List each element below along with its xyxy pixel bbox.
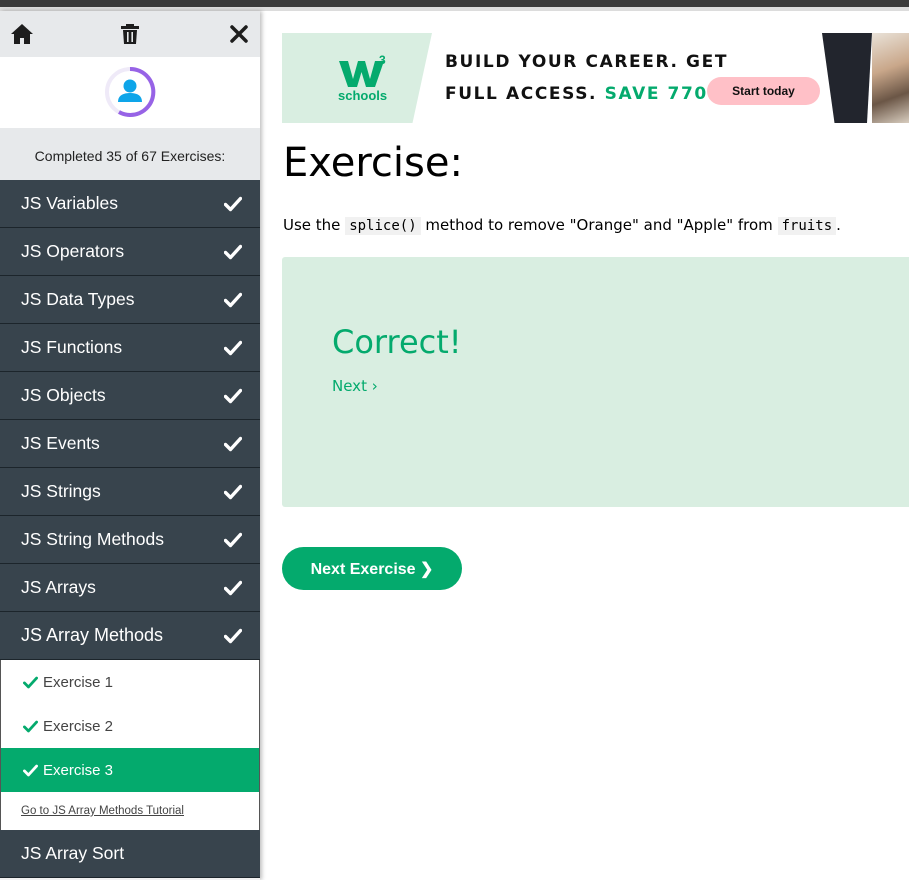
check-icon xyxy=(224,484,242,500)
ad-banner[interactable]: 3 schools BUILD YOUR CAREER. GET FULL AC… xyxy=(282,33,909,123)
exercise-item-label: Exercise 1 xyxy=(43,673,114,691)
page-title: Exercise: xyxy=(283,140,463,186)
sidebar-category-label: JS Array Methods xyxy=(21,625,164,645)
sidebar-toolbar xyxy=(0,11,260,57)
sidebar-category[interactable]: JS Array Sort xyxy=(0,830,260,878)
sidebar-category-label: JS Variables xyxy=(21,193,118,213)
check-icon xyxy=(23,676,43,689)
check-icon xyxy=(224,292,242,308)
check-icon xyxy=(23,764,43,777)
result-panel: Correct! Next › xyxy=(282,257,909,507)
exercise-instruction: Use the splice() method to remove "Orang… xyxy=(283,216,841,235)
exercise-sidebar: Completed 35 of 67 Exercises: JS Variabl… xyxy=(0,11,260,880)
sidebar-category[interactable]: JS Operators xyxy=(0,228,260,276)
sidebar-category[interactable]: JS Strings xyxy=(0,468,260,516)
ad-decoration xyxy=(822,33,872,123)
check-icon xyxy=(224,196,242,212)
sidebar-category-label: JS Array Sort xyxy=(21,843,125,863)
check-icon xyxy=(224,244,242,260)
sidebar-category-label: JS Operators xyxy=(21,241,125,261)
progress-text: Completed 35 of 67 Exercises: xyxy=(0,128,260,180)
check-icon xyxy=(224,436,242,452)
sidebar-category[interactable]: JS Variables xyxy=(0,180,260,228)
check-icon xyxy=(224,628,242,644)
next-exercise-button[interactable]: Next Exercise ❯ xyxy=(282,547,462,590)
exercise-item[interactable]: Exercise 3 xyxy=(1,748,259,792)
sidebar-category-label: JS Strings xyxy=(21,481,101,501)
sidebar-category[interactable]: JS Arrays xyxy=(0,564,260,612)
ad-logo-sup: 3 xyxy=(379,53,386,67)
close-icon[interactable] xyxy=(227,22,251,46)
home-icon[interactable] xyxy=(10,22,34,46)
sidebar-category-label: JS String Methods xyxy=(21,529,164,549)
check-icon xyxy=(23,720,43,733)
ad-start-today-button[interactable]: Start today xyxy=(707,77,820,105)
sidebar-category-label: JS Data Types xyxy=(21,289,135,309)
check-icon xyxy=(224,340,242,356)
sidebar-category-label: JS Functions xyxy=(21,337,123,357)
check-icon xyxy=(224,388,242,404)
sidebar-category-label: JS Arrays xyxy=(21,577,96,597)
sidebar-category[interactable]: JS Objects xyxy=(0,372,260,420)
tutorial-link[interactable]: Go to JS Array Methods Tutorial xyxy=(0,792,260,830)
sidebar-category[interactable]: JS Events xyxy=(0,420,260,468)
progress-avatar xyxy=(105,66,156,117)
check-icon xyxy=(224,532,242,548)
ad-headline-1: BUILD YOUR CAREER. GET xyxy=(445,52,729,72)
exercise-item[interactable]: Exercise 1 xyxy=(1,660,259,704)
sidebar-category-label: JS Objects xyxy=(21,385,106,405)
trash-icon[interactable] xyxy=(118,22,142,46)
exercise-item-label: Exercise 2 xyxy=(43,717,114,735)
sidebar-category[interactable]: JS Data Types xyxy=(0,276,260,324)
next-link[interactable]: Next › xyxy=(332,377,378,395)
ad-logo-text: schools xyxy=(338,88,388,103)
sidebar-category[interactable]: JS Array Methods xyxy=(0,612,260,660)
check-icon xyxy=(224,580,242,596)
avatar-area xyxy=(0,57,260,128)
exercise-item[interactable]: Exercise 2 xyxy=(1,704,259,748)
sidebar-category[interactable]: JS String Methods xyxy=(0,516,260,564)
browser-top-bar xyxy=(0,0,909,11)
sidebar-category[interactable]: JS Functions xyxy=(0,324,260,372)
sidebar-category-label: JS Events xyxy=(21,433,100,453)
ad-photo xyxy=(872,33,909,123)
exercise-item-label: Exercise 3 xyxy=(43,761,114,779)
ad-headline-2: FULL ACCESS. SAVE 770$ xyxy=(445,84,722,104)
result-message: Correct! xyxy=(332,323,462,361)
